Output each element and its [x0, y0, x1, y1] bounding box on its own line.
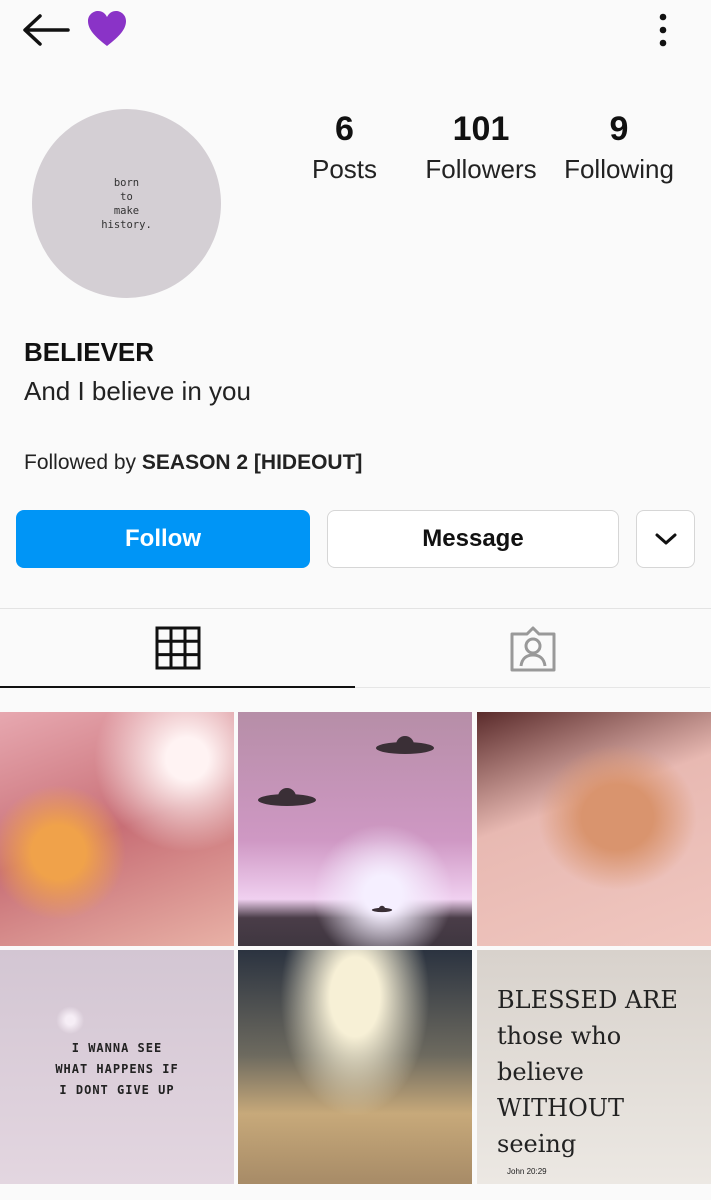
grid-icon — [155, 626, 200, 670]
followers-label: Followers — [425, 154, 537, 184]
top-bar — [0, 0, 711, 62]
ufo-shape — [376, 736, 434, 754]
follow-button[interactable]: Follow — [16, 510, 310, 568]
posts-label: Posts — [311, 154, 378, 184]
following-label: Following — [564, 154, 674, 184]
tab-tagged[interactable] — [355, 610, 710, 688]
following-count: 9 — [609, 110, 629, 148]
profile-name: BELIEVER — [24, 337, 155, 367]
post-thumbnail[interactable]: BLESSED ARE those who believe WITHOUT se… — [477, 950, 711, 1184]
ufo-shape — [371, 905, 393, 913]
posts-stat: 6 Posts — [292, 108, 397, 188]
message-button[interactable]: Message — [327, 510, 619, 568]
post-thumbnail[interactable]: I WANNA SEE WHAT HAPPENS IF I DONT GIVE … — [0, 950, 234, 1184]
ufo-shape — [258, 788, 316, 806]
post-quote-text: I WANNA SEE WHAT HAPPENS IF I DONT GIVE … — [55, 1041, 179, 1097]
followed-by[interactable]: Followed by SEASON 2 [HIDEOUT] — [24, 451, 362, 475]
post-thumbnail[interactable] — [0, 712, 234, 946]
post-script-text: BLESSED ARE those who believe WITHOUT se… — [497, 986, 678, 1158]
suggestions-button[interactable] — [636, 510, 695, 568]
post-thumbnail[interactable] — [477, 712, 711, 946]
profile-avatar[interactable]: born to make history. — [32, 109, 221, 298]
followers-stat[interactable]: 101 Followers — [418, 108, 544, 188]
arrow-left-icon[interactable] — [20, 10, 74, 50]
post-script-caption: John 20:29 — [507, 1167, 547, 1176]
chevron-down-icon — [655, 533, 676, 545]
followed-by-prefix: Followed by — [24, 451, 142, 474]
followed-by-name: SEASON 2 [HIDEOUT] — [141, 451, 363, 474]
section-divider — [0, 608, 711, 609]
tab-posts-grid[interactable] — [0, 610, 355, 688]
posts-grid: I WANNA SEE WHAT HAPPENS IF I DONT GIVE … — [0, 712, 711, 1200]
purple-heart-icon — [88, 11, 126, 46]
followers-count: 101 — [452, 110, 510, 148]
post-thumbnail[interactable] — [238, 950, 472, 1184]
following-stat[interactable]: 9 Following — [556, 108, 682, 188]
tagged-person-icon — [510, 626, 555, 671]
post-thumbnail[interactable] — [238, 712, 472, 946]
profile-bio: And I believe in you — [24, 376, 251, 406]
avatar-text: born to make history. — [101, 176, 152, 231]
vertical-dots-icon[interactable] — [648, 12, 678, 48]
posts-count: 6 — [335, 110, 354, 148]
